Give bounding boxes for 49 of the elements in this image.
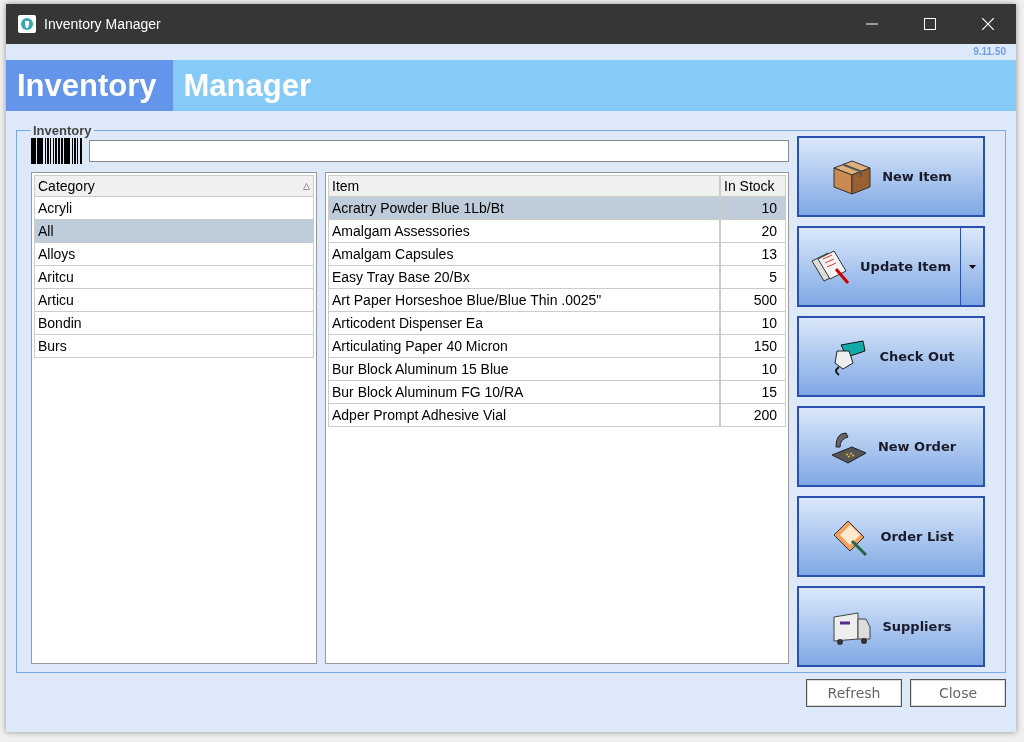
action-button[interactable]: Suppliers [797,586,985,667]
barcode-field[interactable] [89,140,789,162]
dropdown-button[interactable] [961,226,985,307]
category-row[interactable]: Alloys [34,243,314,266]
table-cell: Articodent Dispenser Ea [328,312,720,335]
table-cell: 13 [720,243,786,266]
table-cell: Articulating Paper 40 Micron [328,335,720,358]
refresh-button[interactable]: Refresh [806,679,902,707]
close-button[interactable]: Close [910,679,1006,707]
app-icon [18,15,36,33]
table-cell: Bur Block Aluminum 15 Blue [328,358,720,381]
category-row[interactable]: Burs [34,335,314,358]
table-cell: Adper Prompt Adhesive Vial [328,404,720,427]
category-row[interactable]: All [34,220,314,243]
table-cell: 5 [720,266,786,289]
category-row[interactable]: Articu [34,289,314,312]
category-row[interactable]: Aritcu [34,266,314,289]
table-cell: Easy Tray Base 20/Bx [328,266,720,289]
table-cell: 10 [720,358,786,381]
table-cell: 10 [720,312,786,335]
action-button[interactable]: New Item [797,136,985,217]
table-cell: 10 [720,197,786,220]
banner-subtitle: Manager [182,66,311,105]
column-header[interactable]: Item [328,175,720,197]
table-cell: 20 [720,220,786,243]
table-cell: 150 [720,335,786,358]
table-cell: Amalgam Assessories [328,220,720,243]
table-cell: 200 [720,404,786,427]
table-cell: Amalgam Capsules [328,243,720,266]
category-row[interactable]: Bondin [34,312,314,335]
action-button[interactable]: Check Out [797,316,985,397]
maximize-icon[interactable] [924,18,936,30]
table-cell: Acratry Powder Blue 1Lb/Bt [328,197,720,220]
action-button[interactable]: Order List [797,496,985,577]
banner-title: Inventory [6,60,173,111]
version-label: 9.11.50 [973,46,1006,58]
caret-icon [968,264,976,269]
table-cell: Bur Block Aluminum FG 10/RA [328,381,720,404]
group-title: Inventory [32,123,93,138]
window-title: Inventory Manager [44,16,161,32]
column-header[interactable]: In Stock [720,175,786,197]
barcode-icon [31,138,83,164]
table-cell: Art Paper Horseshoe Blue/Blue Thin .0025" [328,289,720,312]
table-cell: 500 [720,289,786,312]
table-cell: 15 [720,381,786,404]
action-button[interactable]: Update Item [797,226,961,307]
close-icon[interactable] [982,18,994,30]
column-header[interactable]: Category [34,175,314,197]
action-button[interactable]: New Order [797,406,985,487]
